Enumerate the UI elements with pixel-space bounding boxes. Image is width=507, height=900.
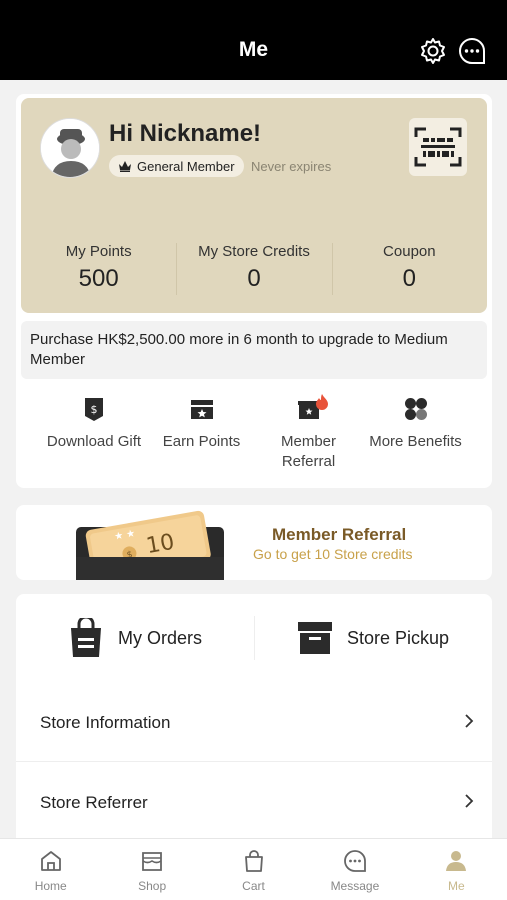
bottom-tab-bar: Home Shop Cart Message Me	[0, 838, 507, 900]
menu-item-store-information[interactable]: Store Information	[16, 682, 492, 762]
quick-action-more-benefits[interactable]: More Benefits	[362, 392, 469, 482]
my-orders-button[interactable]: My Orders	[16, 594, 254, 682]
ticket-value: 10	[144, 530, 176, 559]
hot-fire-icon	[316, 394, 328, 410]
message-icon	[344, 850, 366, 872]
tab-shop[interactable]: Shop	[101, 839, 202, 900]
tab-label: Shop	[138, 879, 167, 893]
quick-action-label: Earn Points	[162, 433, 241, 450]
tab-label: Cart	[242, 879, 265, 893]
menu-item-store-referrer[interactable]: Store Referrer	[16, 762, 492, 842]
shopping-bag-icon	[70, 618, 101, 657]
tab-home[interactable]: Home	[0, 839, 101, 900]
membership-expiry: Never expires	[251, 159, 332, 174]
menu-item-label: Store Referrer	[40, 793, 148, 812]
greeting-text: Hi Nickname!	[109, 120, 262, 147]
quick-action-label: Download Gift	[46, 433, 142, 450]
earn-points-icon	[190, 400, 213, 419]
member-card: Hi Nickname! General Member Never expire…	[21, 98, 487, 313]
member-stats: My Points 500 My Store Credits 0 Coupon …	[21, 241, 487, 301]
member-qr-code-icon	[414, 127, 462, 167]
store-pickup-label: Store Pickup	[346, 627, 450, 648]
top-bar: Me	[0, 0, 507, 80]
stat-value: 0	[402, 265, 416, 292]
quick-action-download-gift[interactable]: $ Download Gift	[40, 392, 148, 482]
tab-me[interactable]: Me	[406, 839, 507, 900]
menu-item-label: Store Information	[40, 713, 171, 732]
stat-store-credits[interactable]: My Store Credits 0	[176, 241, 331, 301]
chevron-right-icon	[465, 714, 474, 728]
quick-action-member-referral[interactable]: Member Referral	[255, 392, 362, 482]
stat-value: 500	[78, 265, 119, 292]
tab-message[interactable]: Message	[304, 839, 405, 900]
shop-icon	[142, 852, 163, 871]
tab-cart[interactable]: Cart	[203, 839, 304, 900]
referral-banner-subtitle: Go to get 10 Store credits	[253, 546, 413, 562]
tab-label: Home	[34, 879, 67, 893]
store-box-icon	[297, 622, 332, 654]
member-level-badge: General Member	[109, 155, 244, 177]
referral-banner-title: Member Referral	[272, 525, 407, 544]
stat-points[interactable]: My Points 500	[21, 241, 176, 301]
quick-action-label: More Benefits	[369, 433, 462, 450]
home-icon	[40, 851, 61, 871]
store-pickup-button[interactable]: Store Pickup	[254, 594, 492, 682]
stat-label: My Points	[65, 243, 132, 260]
svg-text:$: $	[91, 403, 98, 416]
chat-bubble-icon[interactable]	[457, 36, 487, 66]
referral-banner[interactable]: $ ★ ★ 10 Member Referral Go to get 10 St…	[16, 505, 492, 580]
user-icon	[446, 851, 467, 871]
orders-row: My Orders Store Pickup	[16, 594, 492, 682]
member-level-label: General Member	[137, 158, 235, 174]
upgrade-notice: Purchase HK$2,500.00 more in 6 month to …	[21, 321, 487, 379]
crown-icon	[119, 161, 131, 172]
referral-ticket-illustration: $ ★ ★ 10	[76, 510, 224, 580]
quick-action-earn-points[interactable]: Earn Points	[148, 392, 255, 482]
qr-code-button[interactable]	[409, 118, 467, 176]
quick-action-label: Member Referral	[280, 433, 336, 470]
avatar[interactable]	[40, 118, 100, 178]
stat-label: My Store Credits	[198, 243, 310, 260]
stat-label: Coupon	[383, 243, 436, 260]
tab-label: Message	[330, 879, 380, 893]
stat-coupon[interactable]: Coupon 0	[331, 241, 487, 301]
chevron-right-icon	[465, 794, 474, 808]
quick-actions: $ Download Gift Earn Points Member Refer…	[16, 392, 492, 482]
tab-label: Me	[447, 879, 465, 893]
avatar-placeholder-icon	[41, 119, 99, 177]
my-orders-label: My Orders	[117, 627, 202, 648]
stat-value: 0	[247, 265, 261, 292]
cart-icon	[244, 850, 263, 872]
gear-icon[interactable]	[418, 36, 448, 66]
gift-download-icon: $	[85, 398, 103, 421]
benefits-icon	[404, 398, 427, 420]
